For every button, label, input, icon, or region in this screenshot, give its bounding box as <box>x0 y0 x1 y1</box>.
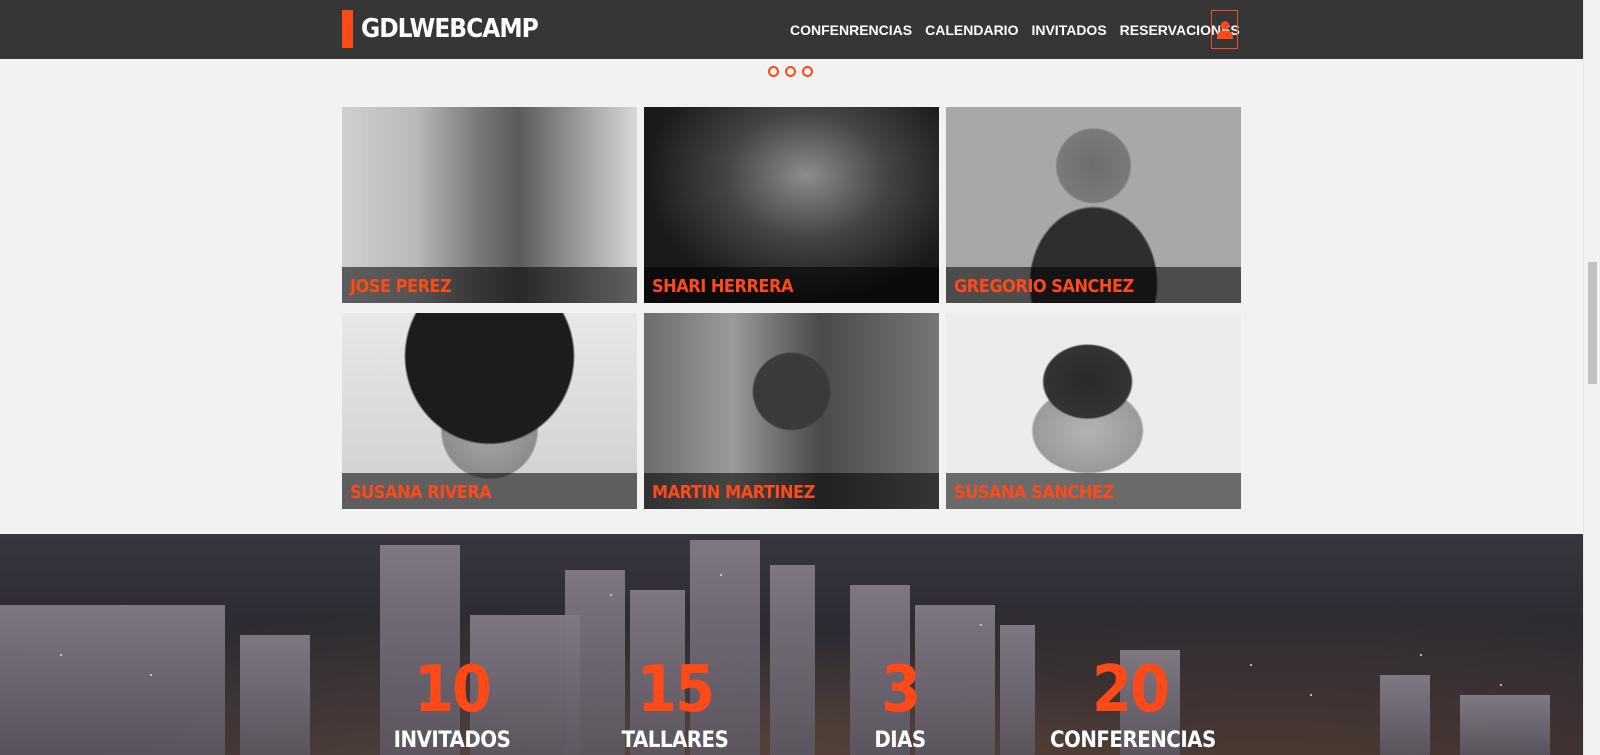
speaker-card[interactable]: GREGORIO SANCHEZ <box>946 107 1241 303</box>
stat-value: 10 <box>413 653 492 727</box>
stat-invitados: 10 INVITADOS <box>392 658 512 753</box>
city-light <box>1250 664 1252 666</box>
site-logo[interactable]: GDLWEBCAMP <box>342 10 539 48</box>
site-header: GDLWEBCAMP CONFENRENCIAS CALENDARIO INVI… <box>0 0 1583 59</box>
speaker-name: GREGORIO SANCHEZ <box>954 276 1134 297</box>
city-building <box>240 635 310 755</box>
nav-item-invitados[interactable]: INVITADOS <box>1031 22 1106 38</box>
city-light <box>150 674 152 676</box>
stat-value: 15 <box>636 653 715 727</box>
user-icon <box>1216 20 1233 39</box>
city-light <box>1500 684 1502 686</box>
carousel-dot[interactable] <box>802 66 813 77</box>
city-building <box>770 565 815 755</box>
speaker-name: JOSE PEREZ <box>350 276 452 297</box>
stat-value: 20 <box>1091 653 1170 727</box>
city-building <box>0 605 225 755</box>
city-light <box>610 594 612 596</box>
speaker-card[interactable]: SUSANA SANCHEZ <box>946 313 1241 509</box>
stat-value: 3 <box>880 653 921 727</box>
page-scrollbar[interactable] <box>1583 0 1600 755</box>
speaker-caption: JOSE PEREZ <box>342 267 637 303</box>
city-building <box>1380 675 1430 755</box>
speaker-caption: SHARI HERRERA <box>644 267 939 303</box>
carousel-dots <box>768 66 813 77</box>
city-building <box>1000 625 1035 755</box>
speaker-card[interactable]: MARTIN MARTINEZ <box>644 313 939 509</box>
nav-item-calendario[interactable]: CALENDARIO <box>925 22 1018 38</box>
logo-text: GDLWEBCAMP <box>361 14 539 44</box>
city-light <box>1310 694 1312 696</box>
speaker-card[interactable]: SUSANA RIVERA <box>342 313 637 509</box>
stat-tallares: 15 TALLARES <box>615 658 735 753</box>
main-nav: CONFENRENCIAS CALENDARIO INVITADOS RESER… <box>790 22 1253 38</box>
carousel-dot[interactable] <box>785 66 796 77</box>
carousel-dot[interactable] <box>768 66 779 77</box>
nav-item-conferencias[interactable]: CONFENRENCIAS <box>790 22 912 38</box>
event-stats-section: 10 INVITADOS 15 TALLARES 3 DIAS 20 CONFE… <box>0 534 1583 755</box>
speaker-name: SHARI HERRERA <box>652 276 794 297</box>
city-light <box>980 624 982 626</box>
scrollbar-thumb[interactable] <box>1588 262 1597 384</box>
speaker-caption: SUSANA RIVERA <box>342 473 637 509</box>
stat-label: INVITADOS <box>393 728 511 753</box>
city-light <box>720 574 722 576</box>
logo-accent-bar <box>342 10 353 48</box>
city-light <box>60 654 62 656</box>
user-account-button[interactable] <box>1211 10 1238 49</box>
speaker-card[interactable]: SHARI HERRERA <box>644 107 939 303</box>
speaker-name: SUSANA SANCHEZ <box>954 482 1114 503</box>
city-light <box>1420 654 1422 656</box>
speaker-caption: MARTIN MARTINEZ <box>644 473 939 509</box>
speakers-grid: JOSE PEREZ SHARI HERRERA GREGORIO SANCHE… <box>342 107 1242 509</box>
stat-label: CONFERENCIAS <box>1050 728 1216 753</box>
city-building <box>1460 695 1550 755</box>
stat-label: DIAS <box>874 728 926 753</box>
stat-conferencias: 20 CONFERENCIAS <box>1050 653 1216 753</box>
stat-label: TALLARES <box>621 728 729 753</box>
speaker-caption: GREGORIO SANCHEZ <box>946 267 1241 303</box>
speaker-card[interactable]: JOSE PEREZ <box>342 107 637 303</box>
speaker-caption: SUSANA SANCHEZ <box>946 473 1241 509</box>
stat-dias: 3 DIAS <box>855 658 945 753</box>
speaker-name: SUSANA RIVERA <box>350 482 492 503</box>
speaker-name: MARTIN MARTINEZ <box>652 482 815 503</box>
